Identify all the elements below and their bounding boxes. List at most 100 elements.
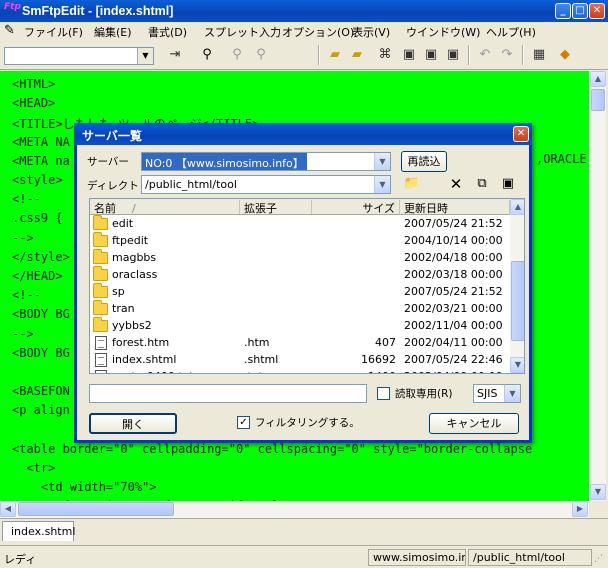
maximize-button[interactable]: □ (572, 3, 588, 19)
save-remote-icon[interactable]: ▣ (420, 44, 442, 66)
chevron-down-icon[interactable]: ▼ (374, 176, 390, 193)
file-date: 2004/10/14 00:00 (404, 234, 503, 247)
dialog-close-button[interactable]: ✕ (513, 126, 529, 142)
server-list-dialog: サーバ一覧 ✕ サーバー NO:0 【www.simosimo.info】 ▼ … (74, 123, 532, 443)
reload-button[interactable]: 再読込 (401, 151, 447, 172)
file-size: 1400 (312, 370, 396, 373)
document-menu-icon[interactable]: ✎ (4, 23, 15, 38)
open-remote-icon[interactable]: ▰ (346, 44, 368, 66)
file-row[interactable]: yybbs2 2002/11/04 00:00 (90, 317, 510, 335)
scroll-thumb[interactable] (591, 89, 605, 111)
file-row[interactable]: vector0400.txt .txt 1400 2002/04/09 00:00 (90, 369, 510, 373)
file-name: magbbs (112, 251, 157, 264)
folder-icon (93, 266, 108, 281)
open-button[interactable]: 開く (89, 413, 177, 434)
column-size[interactable]: サイズ (312, 200, 400, 215)
dialog-title: サーバ一覧 (82, 129, 142, 143)
hscroll-thumb[interactable] (18, 502, 174, 516)
editor-line: <BODY BG (12, 345, 70, 360)
cancel-button[interactable]: キャンセル (429, 413, 519, 434)
filter-checkbox[interactable]: ✓ (237, 416, 250, 429)
minimize-button[interactable]: _ (555, 3, 571, 19)
readonly-checkbox[interactable] (377, 387, 390, 400)
menu-edit[interactable]: 編集(E) (94, 24, 132, 40)
scroll-down-icon[interactable]: ▼ (510, 357, 524, 373)
scroll-left-icon[interactable]: ◀ (0, 501, 16, 517)
editor-line: <BASEFON (12, 384, 70, 399)
menu-help[interactable]: ヘルプ(H) (486, 24, 536, 40)
close-button[interactable]: ✕ (589, 3, 605, 19)
jump-icon[interactable]: ⇥ (164, 44, 186, 66)
network-icon[interactable]: ⌘ (374, 44, 396, 66)
tab-index-shtml[interactable]: index.shtml (2, 521, 75, 541)
toolbar: ▼ ⇥ ⚲ ⚲ ⚲ ▰ ▰ ⌘ ▣ ▣ ▣ ↶ ↷ ▦ ◆ (0, 40, 608, 70)
save-all-icon[interactable]: ▣ (442, 44, 464, 66)
grid-icon[interactable]: ▦ (528, 44, 550, 66)
scroll-up-icon[interactable]: ▲ (510, 199, 524, 215)
chevron-down-icon[interactable]: ▼ (504, 385, 520, 402)
replace-icon[interactable]: ⚲ (250, 44, 272, 66)
save-icon[interactable]: ▣ (398, 44, 420, 66)
file-row[interactable]: sp 2007/05/24 21:52 (90, 283, 510, 301)
file-row[interactable]: edit 2007/05/24 21:52 (90, 215, 510, 233)
encoding-select[interactable]: SJIS ▼ (473, 384, 521, 403)
document-tabs: index.shtml (0, 518, 608, 544)
list-scrollbar[interactable]: ▲ ▼ (510, 199, 524, 373)
find-binoculars-icon[interactable]: ⚲ (196, 44, 218, 66)
horizontal-scrollbar[interactable]: ◀ ▶ (0, 501, 589, 518)
delete-icon[interactable]: ✕ (445, 174, 467, 194)
file-row[interactable]: ftpedit 2004/10/14 00:00 (90, 232, 510, 250)
menu-window[interactable]: ウインドウ(W) (406, 24, 480, 40)
file-row[interactable]: magbbs 2002/04/18 00:00 (90, 249, 510, 267)
file-ext: .txt (244, 370, 263, 373)
file-row[interactable]: index.shtml .shtml 16692 2007/05/24 22:46 (90, 352, 510, 369)
undo-icon[interactable]: ↶ (474, 44, 496, 66)
editor-line: </style> (12, 249, 70, 264)
menu-options[interactable]: オプション(O) (282, 24, 354, 40)
menu-file[interactable]: ファイル(F) (24, 24, 83, 40)
resize-grip-icon[interactable]: ⋰ (594, 554, 603, 564)
file-icon (95, 336, 107, 350)
list-scroll-thumb[interactable] (511, 261, 524, 341)
new-folder-icon[interactable]: ▣ (497, 174, 519, 194)
menu-format[interactable]: 書式(D) (148, 24, 187, 40)
folder-icon (93, 232, 108, 247)
file-list[interactable]: 名前 / 拡張子 サイズ 更新日時 edit 2007/05/24 21:52 ftp… (89, 198, 525, 374)
dialog-title-bar[interactable]: サーバ一覧 (74, 123, 532, 145)
column-date[interactable]: 更新日時 (400, 200, 510, 215)
file-name: yybbs2 (112, 319, 152, 332)
scroll-up-icon[interactable]: ▲ (590, 71, 606, 87)
menu-view[interactable]: 表示(V) (352, 24, 390, 40)
open-folder-icon[interactable]: ▰ (324, 44, 346, 66)
app-icon: Ftp (4, 2, 21, 12)
chevron-down-icon[interactable]: ▼ (137, 48, 153, 64)
parent-folder-icon[interactable]: 📁 (401, 174, 423, 194)
file-name: index.shtml (112, 353, 177, 366)
editor-right-fragment: ,ORACLE (536, 152, 587, 166)
file-row[interactable]: tran 2002/03/21 00:00 (90, 300, 510, 318)
server-select[interactable]: NO:0 【www.simosimo.info】 ▼ (141, 152, 391, 171)
vertical-scrollbar[interactable]: ▲ ▼ (589, 71, 606, 501)
copy-icon[interactable]: ⧉ (471, 174, 493, 194)
search-combo[interactable]: ▼ (4, 47, 154, 65)
scroll-right-icon[interactable]: ▶ (572, 501, 588, 517)
column-ext[interactable]: 拡張子 (240, 200, 312, 215)
file-row[interactable]: forest.htm .htm 407 2002/04/11 00:00 (90, 335, 510, 352)
file-date: 2007/05/24 22:46 (404, 353, 503, 366)
menu-snippet[interactable]: スプレット入力 (204, 24, 281, 40)
redo-icon[interactable]: ↷ (496, 44, 518, 66)
scroll-down-icon[interactable]: ▼ (590, 484, 606, 500)
menu-bar: ✎ ファイル(F) 編集(E) 書式(D) スプレット入力 オプション(O) 表… (0, 22, 608, 40)
filename-input[interactable] (89, 384, 367, 403)
title-bar[interactable]: Ftp SmFtpEdit - [index.shtml] _ □ ✕ (0, 0, 608, 22)
directory-select[interactable]: /public_html/tool ▼ (141, 175, 391, 194)
file-icon (95, 353, 107, 367)
chevron-down-icon[interactable]: ▼ (374, 153, 390, 170)
file-row[interactable]: oraclass 2002/03/18 00:00 (90, 266, 510, 284)
find-next-icon[interactable]: ⚲ (226, 44, 248, 66)
diamond-icon[interactable]: ◆ (554, 44, 576, 66)
window-title: SmFtpEdit - [index.shtml] (22, 4, 174, 18)
column-name[interactable]: 名前 / (90, 200, 240, 215)
editor-line: --> (12, 230, 34, 245)
editor-line: <HTML> (12, 77, 56, 91)
